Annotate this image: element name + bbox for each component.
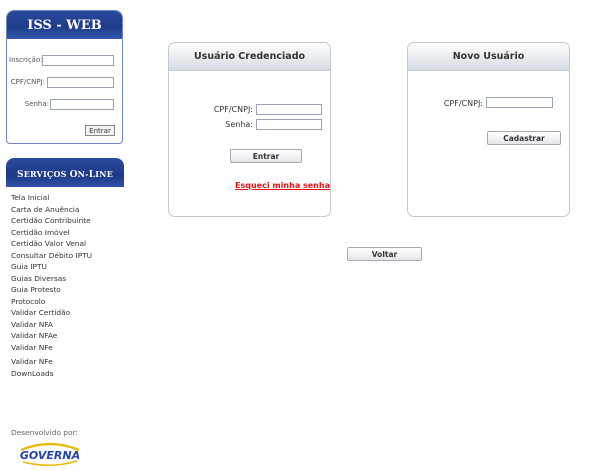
- governa-logo: GOVERNA: [20, 442, 80, 467]
- login-cpf-input[interactable]: [47, 77, 114, 88]
- menu-item-guia-iptu[interactable]: Guia IPTU: [11, 261, 92, 273]
- services-title-n: N-: [77, 169, 89, 179]
- menu-item-certidao-imovel[interactable]: Certidão Imóvel: [11, 227, 92, 239]
- governa-logo-text: GOVERNA: [20, 449, 80, 462]
- menu-item-validar-nfe[interactable]: Validar NFe: [11, 342, 92, 354]
- credenciado-senha-label: Senha:: [225, 120, 253, 129]
- voltar-button[interactable]: Voltar: [347, 247, 422, 261]
- novo-cpf-label: CPF/CNPJ:: [443, 99, 483, 108]
- services-title-o: O: [69, 170, 78, 180]
- login-submit-button[interactable]: Entrar: [85, 125, 115, 136]
- menu-item-tela-inicial[interactable]: Tela Inicial: [11, 192, 92, 204]
- menu-item-validar-nfe-2[interactable]: Validar NFe: [11, 356, 92, 368]
- menu-item-certidao-contribuinte[interactable]: Certidão Contribuinte: [11, 215, 92, 227]
- menu-item-validar-certidao[interactable]: Validar Certidão: [11, 307, 92, 319]
- credenciado-senha-input[interactable]: [256, 119, 322, 130]
- menu-item-validar-nfae[interactable]: Validar NFAe: [11, 330, 92, 342]
- credenciado-entrar-button[interactable]: Entrar: [230, 149, 302, 163]
- credenciado-title: Usuário Credenciado: [169, 43, 330, 71]
- services-title-s: S: [16, 170, 24, 180]
- forgot-password-link[interactable]: Esqueci minha senha: [235, 181, 330, 190]
- login-senha-label: Senha:: [24, 100, 49, 108]
- login-senha-input[interactable]: [50, 99, 114, 110]
- novo-usuario-title: Novo Usuário: [408, 43, 569, 71]
- developed-by-label: Desenvolvido por:: [11, 428, 78, 437]
- menu-item-downloads[interactable]: DownLoads: [11, 368, 92, 380]
- menu-item-consultar-debito-iptu[interactable]: Consultar Débito IPTU: [11, 250, 92, 262]
- credenciado-cpf-label: CPF/CNPJ:: [213, 105, 253, 114]
- inscricao-input[interactable]: [42, 55, 114, 66]
- services-menu: Tela Inicial Carta de Anuência Certidão …: [11, 192, 92, 379]
- menu-item-guia-protesto[interactable]: Guia Protesto: [11, 284, 92, 296]
- login-cpf-label: CPF/CNPJ:: [10, 78, 45, 86]
- novo-usuario-panel: Novo Usuário CPF/CNPJ: Cadastrar: [407, 42, 570, 217]
- menu-item-validar-nfa[interactable]: Validar NFA: [11, 319, 92, 331]
- menu-item-certidao-valor-venal[interactable]: Certidão Valor Venal: [11, 238, 92, 250]
- login-box: ISS - WEB Inscrição: CPF/CNPJ: Senha: En…: [6, 10, 123, 144]
- inscricao-label: Inscrição:: [9, 56, 43, 64]
- menu-item-protocolo[interactable]: Protocolo: [11, 296, 92, 308]
- services-title-ine: INE: [95, 169, 113, 179]
- menu-item-carta-anuencia[interactable]: Carta de Anuência: [11, 204, 92, 216]
- services-title: SERVIÇOS ON-LINE: [6, 158, 124, 187]
- credenciado-cpf-input[interactable]: [256, 104, 322, 115]
- menu-item-guias-diversas[interactable]: Guias Diversas: [11, 273, 92, 285]
- credenciado-panel: Usuário Credenciado CPF/CNPJ: Senha: Ent…: [168, 42, 331, 217]
- services-title-ervicos: ERVIÇOS: [23, 169, 70, 179]
- cadastrar-button[interactable]: Cadastrar: [487, 131, 561, 145]
- login-title: ISS - WEB: [7, 11, 122, 39]
- novo-cpf-input[interactable]: [486, 97, 553, 108]
